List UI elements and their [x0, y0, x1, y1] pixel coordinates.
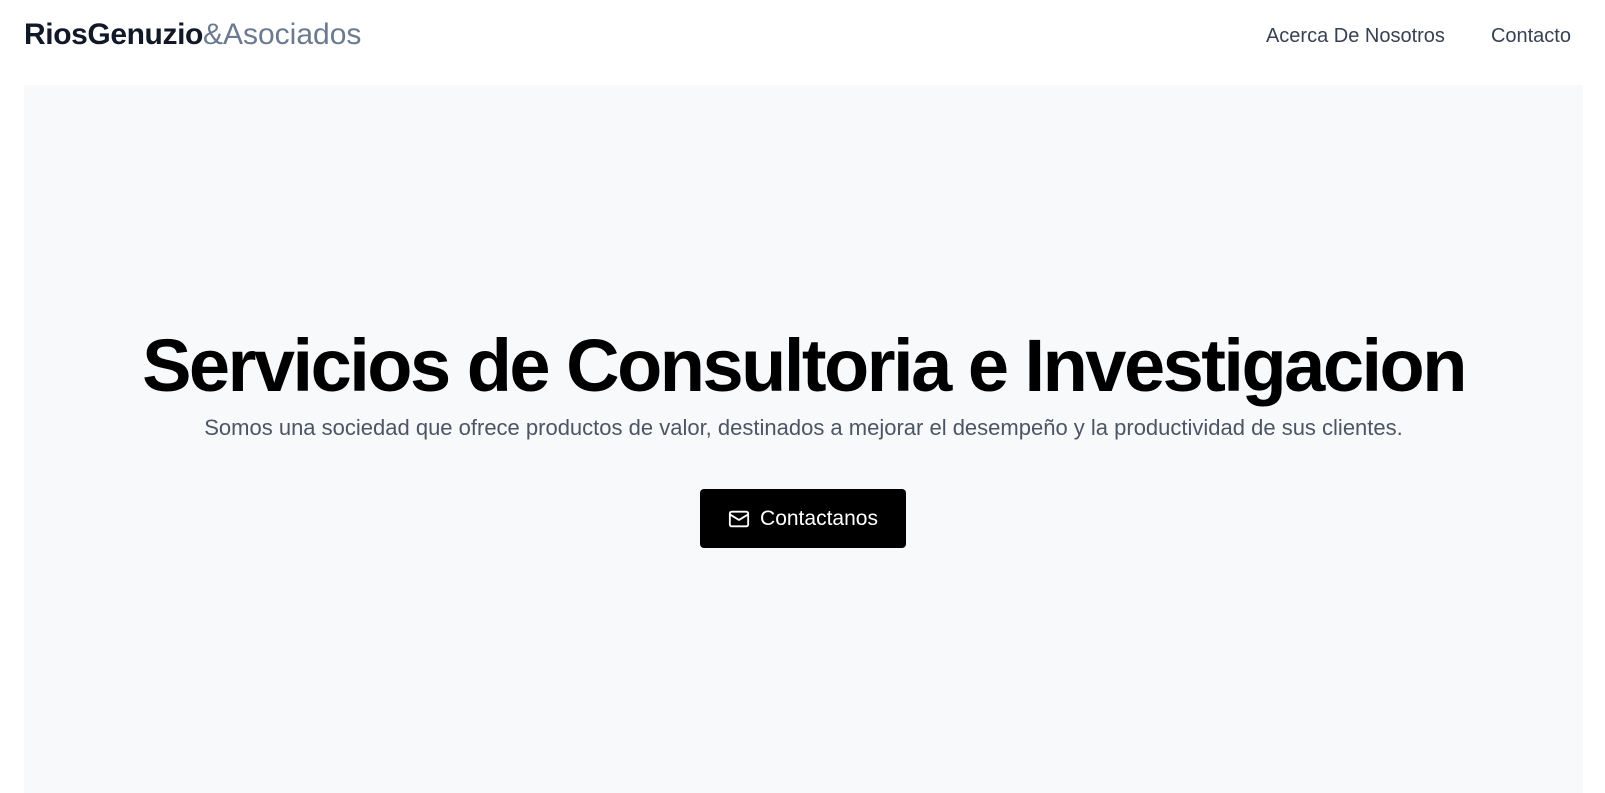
contact-us-button[interactable]: Contactanos — [700, 489, 906, 548]
main-nav: Acerca De Nosotros Contacto — [1266, 22, 1571, 50]
nav-link-contact[interactable]: Contacto — [1491, 22, 1571, 50]
logo-brand-name: RiosGenuzio — [24, 18, 203, 51]
site-logo[interactable]: RiosGenuzio&Asociados — [24, 16, 361, 54]
hero-subtitle: Somos una sociedad que ofrece productos … — [204, 415, 1403, 440]
site-header: RiosGenuzio&Asociados Acerca De Nosotros… — [0, 0, 1605, 84]
contact-us-button-label: Contactanos — [760, 506, 878, 530]
hero-title: Servicios de Consultoria e Investigacion — [142, 324, 1467, 407]
logo-brand-suffix: &Asociados — [202, 18, 362, 51]
mail-icon — [728, 508, 750, 530]
nav-link-about[interactable]: Acerca De Nosotros — [1266, 22, 1445, 50]
hero-section: Servicios de Consultoria e Investigacion… — [24, 85, 1583, 793]
